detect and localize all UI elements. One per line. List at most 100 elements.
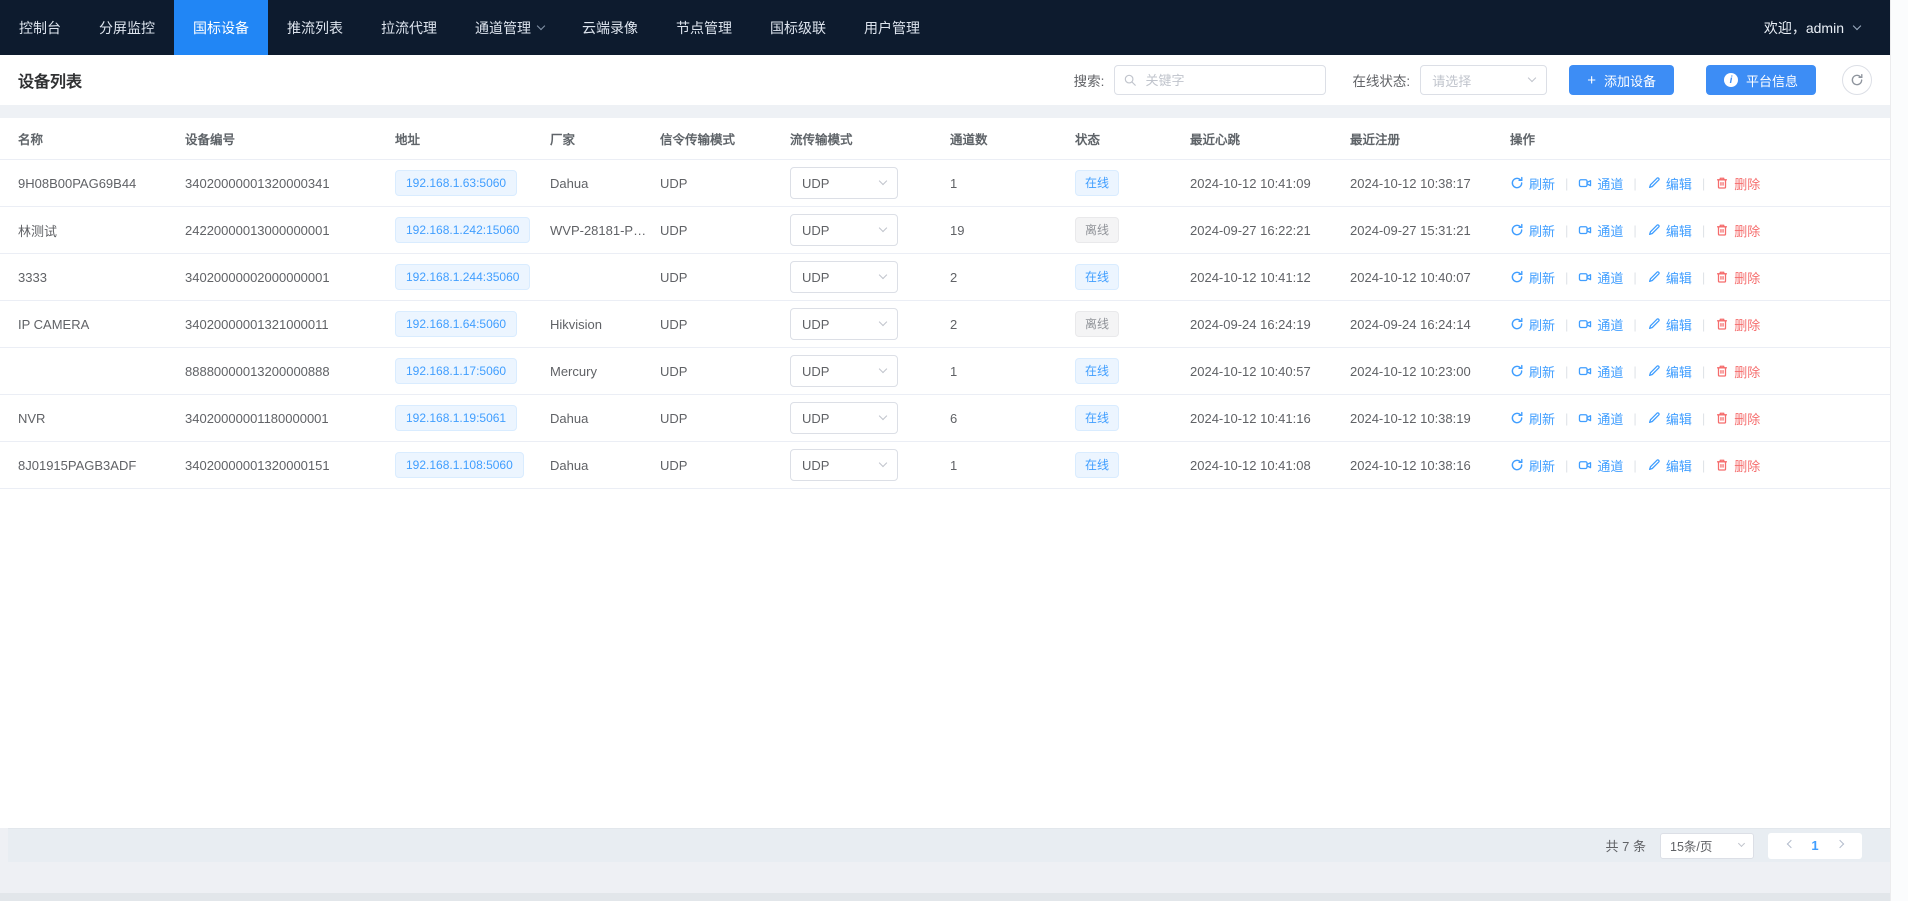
nav-item-user-management[interactable]: 用户管理 <box>845 0 939 55</box>
manufacturer: Hikvision <box>550 317 660 332</box>
refresh-action[interactable]: 刷新 <box>1510 221 1555 240</box>
user-menu[interactable]: 欢迎，admin <box>1764 0 1890 55</box>
device-address: 192.168.1.63:5060 <box>395 170 550 196</box>
channel-label: 通道 <box>1597 268 1623 287</box>
channel-count: 1 <box>950 176 1075 191</box>
stream-transport-cell: UDP <box>790 449 950 481</box>
delete-action[interactable]: 删除 <box>1715 456 1760 475</box>
channel-label: 通道 <box>1597 362 1623 381</box>
channel-action[interactable]: 通道 <box>1578 268 1623 287</box>
edit-action[interactable]: 编辑 <box>1647 409 1692 428</box>
stream-mode-select[interactable]: UDP <box>790 214 898 246</box>
channel-action[interactable]: 通道 <box>1578 409 1623 428</box>
action-divider: | <box>1633 317 1636 332</box>
table-row: IP CAMERA 34020000001321000011 192.168.1… <box>0 301 1890 348</box>
channel-count: 19 <box>950 223 1075 238</box>
channel-action[interactable]: 通道 <box>1578 315 1623 334</box>
platform-info-button[interactable]: i 平台信息 <box>1706 65 1816 95</box>
refresh-action[interactable]: 刷新 <box>1510 268 1555 287</box>
refresh-action[interactable]: 刷新 <box>1510 456 1555 475</box>
refresh-action[interactable]: 刷新 <box>1510 174 1555 193</box>
channel-action[interactable]: 通道 <box>1578 221 1623 240</box>
device-name: 9H08B00PAG69B44 <box>18 176 185 191</box>
add-device-button[interactable]: + 添加设备 <box>1569 65 1674 95</box>
refresh-action[interactable]: 刷新 <box>1510 362 1555 381</box>
edit-action[interactable]: 编辑 <box>1647 315 1692 334</box>
stream-mode-select[interactable]: UDP <box>790 449 898 481</box>
last-registered: 2024-10-12 10:38:19 <box>1350 411 1510 426</box>
action-divider: | <box>1702 176 1705 191</box>
nav-item-channel-management[interactable]: 通道管理 <box>456 0 563 55</box>
device-id: 24220000013000000001 <box>185 223 395 238</box>
edit-action[interactable]: 编辑 <box>1647 221 1692 240</box>
edit-action[interactable]: 编辑 <box>1647 456 1692 475</box>
stream-mode-select[interactable]: UDP <box>790 261 898 293</box>
delete-label: 删除 <box>1734 268 1760 287</box>
stream-mode-select[interactable]: UDP <box>790 167 898 199</box>
refresh-action[interactable]: 刷新 <box>1510 315 1555 334</box>
last-registered: 2024-10-12 10:38:17 <box>1350 176 1510 191</box>
nav-item-push-streams[interactable]: 推流列表 <box>268 0 362 55</box>
status-cell: 离线 <box>1075 311 1190 337</box>
last-registered: 2024-10-12 10:23:00 <box>1350 364 1510 379</box>
search-input[interactable] <box>1114 65 1326 95</box>
delete-action[interactable]: 删除 <box>1715 315 1760 334</box>
channel-label: 通道 <box>1597 315 1623 334</box>
page-size-select[interactable]: 15条/页 <box>1660 833 1754 859</box>
signal-transport-mode: UDP <box>660 317 790 332</box>
action-divider: | <box>1702 270 1705 285</box>
channel-action[interactable]: 通道 <box>1578 362 1623 381</box>
current-page-number[interactable]: 1 <box>1802 838 1828 853</box>
nav-item-split-screen[interactable]: 分屏监控 <box>80 0 174 55</box>
table-row: 8J01915PAGB3ADF 34020000001320000151 192… <box>0 442 1890 489</box>
edit-action[interactable]: 编辑 <box>1647 174 1692 193</box>
edit-pen-icon <box>1647 458 1661 472</box>
edit-label: 编辑 <box>1666 409 1692 428</box>
last-registered: 2024-09-27 15:31:21 <box>1350 223 1510 238</box>
chevron-right-icon <box>1835 839 1843 847</box>
edit-action[interactable]: 编辑 <box>1647 362 1692 381</box>
row-actions: 刷新 | 通道 | 编辑 | 删除 <box>1510 221 1890 240</box>
trash-icon <box>1715 364 1729 378</box>
trash-icon <box>1715 317 1729 331</box>
channel-count: 2 <box>950 317 1075 332</box>
refresh-icon <box>1510 270 1524 284</box>
nav-item-label: 国标设备 <box>193 18 249 38</box>
stream-mode-select[interactable]: UDP <box>790 402 898 434</box>
nav-item-gb-devices[interactable]: 国标设备 <box>174 0 268 55</box>
channel-action[interactable]: 通道 <box>1578 456 1623 475</box>
refresh-action[interactable]: 刷新 <box>1510 409 1555 428</box>
previous-page-button[interactable] <box>1776 833 1802 859</box>
nav-item-pull-proxy[interactable]: 拉流代理 <box>362 0 456 55</box>
toolbar: 设备列表 搜索: 在线状态: 请选择 + 添加设备 i 平台信息 <box>0 55 1890 105</box>
stream-transport-cell: UDP <box>790 402 950 434</box>
nav-item-label: 国标级联 <box>770 18 826 38</box>
next-page-button[interactable] <box>1828 833 1854 859</box>
edit-action[interactable]: 编辑 <box>1647 268 1692 287</box>
chevron-down-icon <box>879 271 887 279</box>
delete-action[interactable]: 删除 <box>1715 362 1760 381</box>
nav-item-cloud-recording[interactable]: 云端录像 <box>563 0 657 55</box>
delete-action[interactable]: 删除 <box>1715 221 1760 240</box>
delete-action[interactable]: 删除 <box>1715 174 1760 193</box>
refresh-list-button[interactable] <box>1842 65 1872 95</box>
delete-action[interactable]: 删除 <box>1715 268 1760 287</box>
channel-action[interactable]: 通道 <box>1578 174 1623 193</box>
edit-pen-icon <box>1647 317 1661 331</box>
stream-mode-select[interactable]: UDP <box>790 355 898 387</box>
stream-mode-select[interactable]: UDP <box>790 308 898 340</box>
scrollbar-track[interactable] <box>1890 0 1908 901</box>
delete-action[interactable]: 删除 <box>1715 409 1760 428</box>
nav-item-node-management[interactable]: 节点管理 <box>657 0 751 55</box>
chevron-down-icon <box>879 224 887 232</box>
channel-label: 通道 <box>1597 174 1623 193</box>
section-divider <box>0 105 1890 118</box>
online-status-select[interactable]: 请选择 <box>1420 65 1547 95</box>
manufacturer: Mercury <box>550 364 660 379</box>
action-divider: | <box>1702 317 1705 332</box>
refresh-label: 刷新 <box>1529 456 1555 475</box>
device-id: 34020000001180000001 <box>185 411 395 426</box>
search-box <box>1114 65 1326 95</box>
nav-item-gb-cascade[interactable]: 国标级联 <box>751 0 845 55</box>
nav-item-console[interactable]: 控制台 <box>0 0 80 55</box>
